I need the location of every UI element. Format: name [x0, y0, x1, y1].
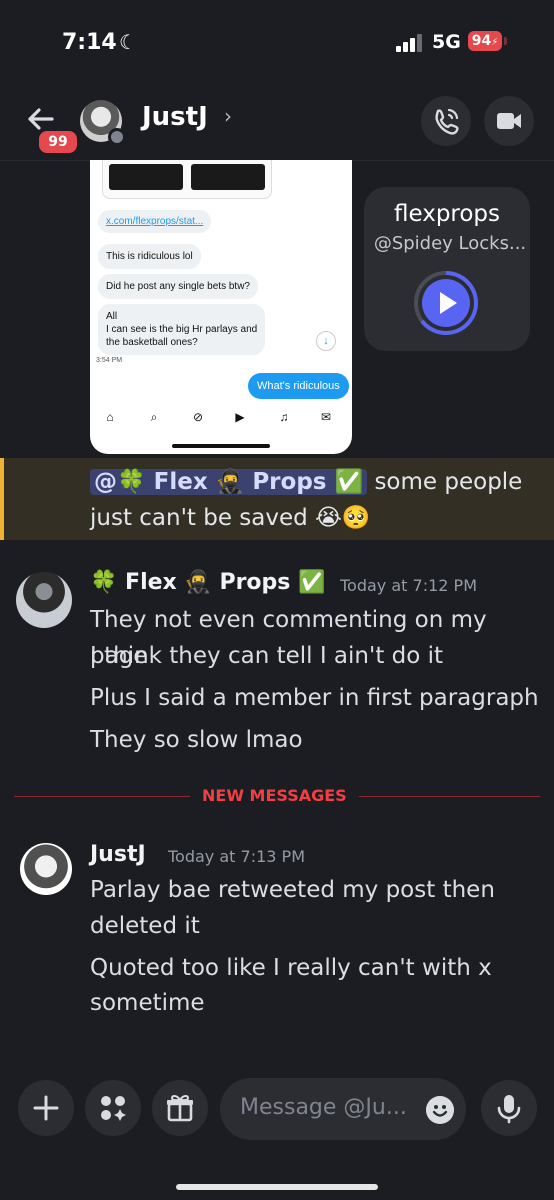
battery-tip — [504, 37, 507, 45]
play-button-icon[interactable] — [412, 269, 480, 337]
scroll-down-icon: ↓ — [316, 331, 336, 351]
embed-line: All — [106, 311, 118, 322]
preview-thumbnail — [191, 164, 265, 190]
offline-status-icon — [108, 128, 126, 146]
embed-line: the basketball ones? — [106, 337, 198, 348]
preview-thumbnail — [109, 164, 183, 190]
unread-badge: 99 — [36, 128, 80, 156]
video-call-button[interactable] — [484, 96, 534, 146]
home-indicator — [176, 1184, 378, 1190]
chat-header: 99 JustJ › — [0, 90, 554, 161]
message-text: @🍀 Flex 🥷 Props ✅ some people just can't… — [90, 464, 540, 536]
play-icon: ▶ — [235, 410, 245, 424]
voice-call-button[interactable] — [421, 96, 471, 146]
phone-icon — [435, 108, 459, 135]
status-bar: 7:14 ☾ 5G 94⚡ — [0, 0, 554, 90]
message-input[interactable]: Message @Ju... — [220, 1078, 466, 1140]
embed-nav-bar: ⌂ ⌕ ⊘ ▶ ♫ ✉ — [90, 404, 352, 432]
grok-icon: ⊘ — [192, 410, 204, 424]
plus-icon — [33, 1095, 59, 1121]
signal-icon — [396, 34, 424, 52]
embed-message-bubble: This is ridiculous lol — [98, 244, 201, 269]
message-line: I think they can tell I ain't do it — [90, 643, 444, 669]
embed-time: 3:54 PM — [96, 357, 123, 364]
message-line: Parlay bae retweeted my post then — [90, 877, 495, 903]
message-timestamp: Today at 7:12 PM — [340, 576, 477, 595]
message-author[interactable]: 🍀 Flex 🥷 Props ✅ — [90, 570, 325, 595]
microphone-icon — [497, 1095, 521, 1124]
bell-icon: ♫ — [279, 410, 289, 424]
embed-line: I can see is the big Hr parlays and — [106, 324, 258, 335]
battery-icon: 94⚡ — [468, 31, 502, 51]
screenshot-preview-strip — [102, 160, 272, 199]
home-icon: ⌂ — [106, 410, 114, 424]
moon-icon: ☾ — [119, 30, 137, 54]
embed-link[interactable]: x.com/flexprops/stat... — [98, 210, 212, 233]
message-line: sometime — [90, 990, 205, 1016]
message-author[interactable]: JustJ — [90, 842, 146, 867]
avatar[interactable] — [16, 572, 72, 628]
add-attachment-button[interactable] — [18, 1080, 74, 1136]
embed-home-indicator — [172, 444, 270, 448]
user-mention[interactable]: @🍀 Flex 🥷 Props ✅ — [90, 469, 368, 495]
sparkle-apps-icon — [101, 1096, 126, 1121]
message-input-placeholder: Message @Ju... — [240, 1095, 407, 1120]
apps-button[interactable] — [85, 1080, 141, 1136]
battery-level: 94 — [471, 33, 492, 49]
gift-button[interactable] — [152, 1080, 208, 1136]
network-label: 5G — [432, 31, 461, 53]
message-timestamp: Today at 7:13 PM — [168, 847, 305, 866]
message-line: Plus I said a member in first paragraph — [90, 685, 539, 711]
audio-embed-card[interactable]: flexprops @Spidey Locks... — [364, 187, 530, 351]
emoji-icon[interactable] — [426, 1096, 454, 1124]
message-line: Quoted too like I really can't with x — [90, 955, 492, 981]
gift-icon — [167, 1094, 193, 1122]
new-messages-label: NEW MESSAGES — [190, 786, 359, 805]
embed-message-bubble: Did he post any single bets btw? — [98, 274, 258, 299]
attached-screenshot[interactable]: x.com/flexprops/stat... This is ridiculo… — [90, 160, 352, 454]
video-camera-icon — [497, 113, 521, 129]
avatar[interactable] — [20, 843, 72, 895]
card-subtitle: @Spidey Locks... — [373, 233, 527, 254]
voice-message-button[interactable] — [481, 1080, 537, 1136]
status-time: 7:14 — [62, 30, 117, 55]
chevron-right-icon[interactable]: › — [224, 104, 232, 128]
embed-message-bubble: All I can see is the big Hr parlays and … — [98, 304, 266, 355]
mention-highlight-message[interactable]: @🍀 Flex 🥷 Props ✅ some people just can't… — [0, 458, 554, 540]
message-composer: Message @Ju... — [0, 1066, 554, 1200]
card-title: flexprops — [393, 201, 501, 227]
embed-outgoing-bubble: What's ridiculous — [248, 373, 349, 399]
message-line: They so slow lmao — [90, 727, 303, 753]
message-line: deleted it — [90, 913, 200, 939]
mail-icon: ✉ — [320, 410, 332, 424]
search-icon: ⌕ — [150, 410, 158, 424]
page-title[interactable]: JustJ — [142, 102, 208, 132]
